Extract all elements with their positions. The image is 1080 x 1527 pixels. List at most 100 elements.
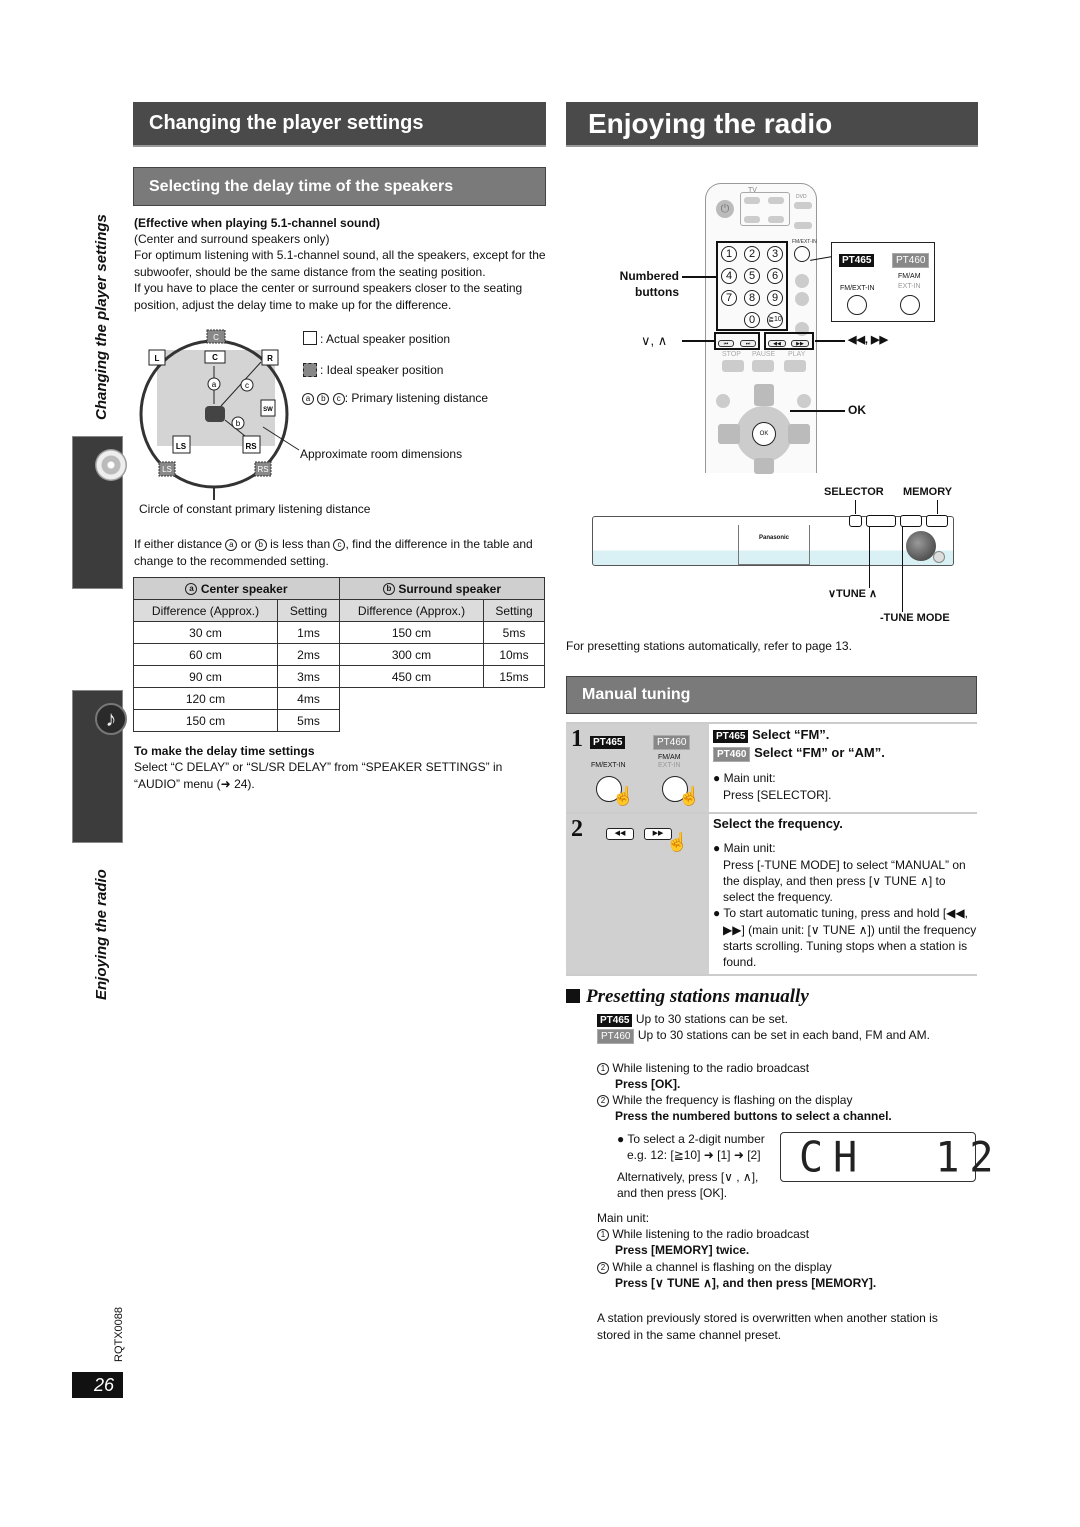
tv-vol-up-button[interactable] [768, 197, 784, 204]
table-group-header: a Center speaker b Surround speaker [133, 577, 545, 600]
preset-tip-alt: Alternatively, press [∨ , ∧], [617, 1170, 759, 1184]
speaker-l: L [148, 349, 166, 366]
ok-button[interactable]: OK [752, 422, 776, 446]
tv-power-button[interactable] [744, 197, 760, 204]
center-setting-cell: 3ms [277, 665, 340, 688]
circle-label: Circle of constant primary listening dis… [139, 502, 371, 516]
network-play-button[interactable] [795, 274, 809, 288]
legend-distance-label: : Primary listening distance [344, 391, 489, 405]
left-section-title: Changing the player settings [133, 102, 546, 147]
skip-back-button[interactable]: ⏮ [718, 340, 734, 347]
main-unit-heading: Main unit: [597, 1211, 650, 1225]
overwrite-note: A station previously stored is overwritt… [597, 1311, 938, 1342]
pause-button[interactable] [752, 360, 774, 372]
top-menu-button[interactable] [716, 394, 730, 408]
step-2-illustration: 2 ◀◀ ▶▶ ☝ [566, 814, 709, 974]
surround-setting-cell: 10ms [483, 643, 545, 666]
fm-ext-in-label: FM/EXT-IN [591, 762, 626, 769]
svg-text:C: C [213, 333, 219, 342]
mark-b-icon: b [254, 538, 267, 551]
svg-text:LS: LS [176, 442, 187, 451]
dvd-button[interactable] [794, 202, 812, 209]
selector-button[interactable] [849, 515, 862, 527]
mark-a-icon: a [225, 538, 238, 551]
pt465-fm-ext-in-button[interactable] [847, 295, 867, 315]
down-button[interactable] [754, 458, 774, 474]
fast-forward-button[interactable]: ▶▶ [791, 340, 809, 347]
side-tab-radio[interactable]: ♪ [72, 690, 127, 843]
vol-up-button[interactable] [795, 292, 809, 306]
step-1-line-1: PT465 Select “FM”. [713, 727, 977, 743]
model-inset: PT465 PT460 FM/EXT-IN FM/AM EXT-IN [831, 242, 935, 322]
pt465-badge: PT465 [839, 254, 875, 267]
ok-callout-label: OK [848, 403, 866, 417]
volume-knob[interactable] [906, 531, 936, 561]
num-6-button[interactable]: 6 [767, 268, 783, 284]
svg-text:SW: SW [263, 407, 273, 413]
surround-diff-cell: 150 cm [339, 621, 484, 644]
step-1-bullet: ● Main unit: [713, 771, 776, 786]
legend-ideal: : Ideal speaker position [320, 363, 444, 377]
tune-mode-button[interactable] [900, 515, 922, 527]
stop-button[interactable] [722, 360, 744, 372]
right-button[interactable] [788, 424, 810, 444]
num-3-button[interactable]: 3 [767, 246, 783, 262]
mark-c: c [240, 378, 254, 392]
play-label: PLAY [788, 351, 806, 358]
ideal-speaker-ls: LS [158, 461, 176, 477]
num-8-button[interactable]: 8 [744, 290, 760, 306]
preset-tip-example: e.g. 12: [≧10] ➜ [1] ➜ [2] [627, 1148, 761, 1162]
power-button[interactable] [933, 551, 945, 563]
mark-b: b [231, 416, 245, 430]
hand-pointer-icon: ☝ [666, 832, 689, 852]
up-button[interactable] [754, 384, 774, 406]
rewind-button[interactable]: ◀◀ [606, 828, 634, 840]
num-2-button[interactable]: 2 [744, 246, 760, 262]
num-4-button[interactable]: 4 [721, 268, 737, 284]
ipod-usb-button[interactable] [794, 222, 812, 229]
effective-note: (Effective when playing 5.1-channel soun… [134, 216, 381, 230]
skip-forward-button[interactable]: ⏭ [740, 340, 756, 347]
preset-step-1-action: Press [OK]. [615, 1077, 681, 1091]
mu-step-2-action: Press [∨ TUNE ∧], and then press [MEMORY… [615, 1276, 877, 1290]
table-row: 90 cm 3ms 450 cm 15ms [133, 665, 545, 688]
pause-label: PAUSE [752, 351, 776, 358]
preset-tip: ● To select a 2-digit number [617, 1132, 765, 1146]
main-unit: Panasonic [592, 515, 954, 566]
pt460-fm-am-button[interactable] [900, 295, 920, 315]
tv-vol-down-button[interactable] [768, 216, 784, 223]
num-1-button[interactable]: 1 [721, 246, 737, 262]
left-button[interactable] [718, 424, 740, 444]
num-5-button[interactable]: 5 [744, 268, 760, 284]
search-callout-label: ◀◀, ▶▶ [848, 334, 888, 346]
surround-speaker-header: b Surround speaker [339, 577, 545, 600]
speaker-c: C [204, 350, 226, 364]
center-diff-cell: 120 cm [133, 687, 278, 710]
rewind-button[interactable]: ◀◀ [768, 340, 786, 347]
play-button[interactable] [784, 360, 806, 372]
fm-ext-in-button[interactable] [794, 246, 810, 262]
ten-plus-button[interactable]: ≧10 [767, 312, 783, 328]
speaker-ls: LS [172, 435, 191, 454]
svg-text:L: L [155, 354, 160, 363]
tune-button[interactable] [866, 515, 896, 527]
surround-diff-cell: 300 cm [339, 643, 484, 666]
num-7-button[interactable]: 7 [721, 290, 737, 306]
speaker-rs: RS [242, 435, 261, 454]
tv-av-button[interactable] [744, 216, 760, 223]
preset-step-2-action: Press the numbered buttons to select a c… [615, 1109, 892, 1123]
step-number: 1 [571, 726, 583, 752]
num-0-button[interactable]: 0 [744, 312, 760, 328]
power-button[interactable]: ⏻ [716, 200, 734, 218]
pt465-badge: PT465 [590, 736, 626, 749]
step-2-bullet-1: ● Main unit: [713, 841, 776, 856]
legend-ideal-icon [303, 363, 317, 377]
start-button[interactable] [797, 394, 811, 408]
ideal-speaker-rs: RS [254, 461, 272, 477]
step-2-title: Select the frequency. [713, 816, 843, 831]
memory-button[interactable] [926, 515, 948, 527]
side-tab-player-settings[interactable] [72, 436, 127, 589]
num-9-button[interactable]: 9 [767, 290, 783, 306]
disc-icon [95, 449, 127, 481]
numbered-buttons-label: Numbered buttons [619, 269, 679, 299]
